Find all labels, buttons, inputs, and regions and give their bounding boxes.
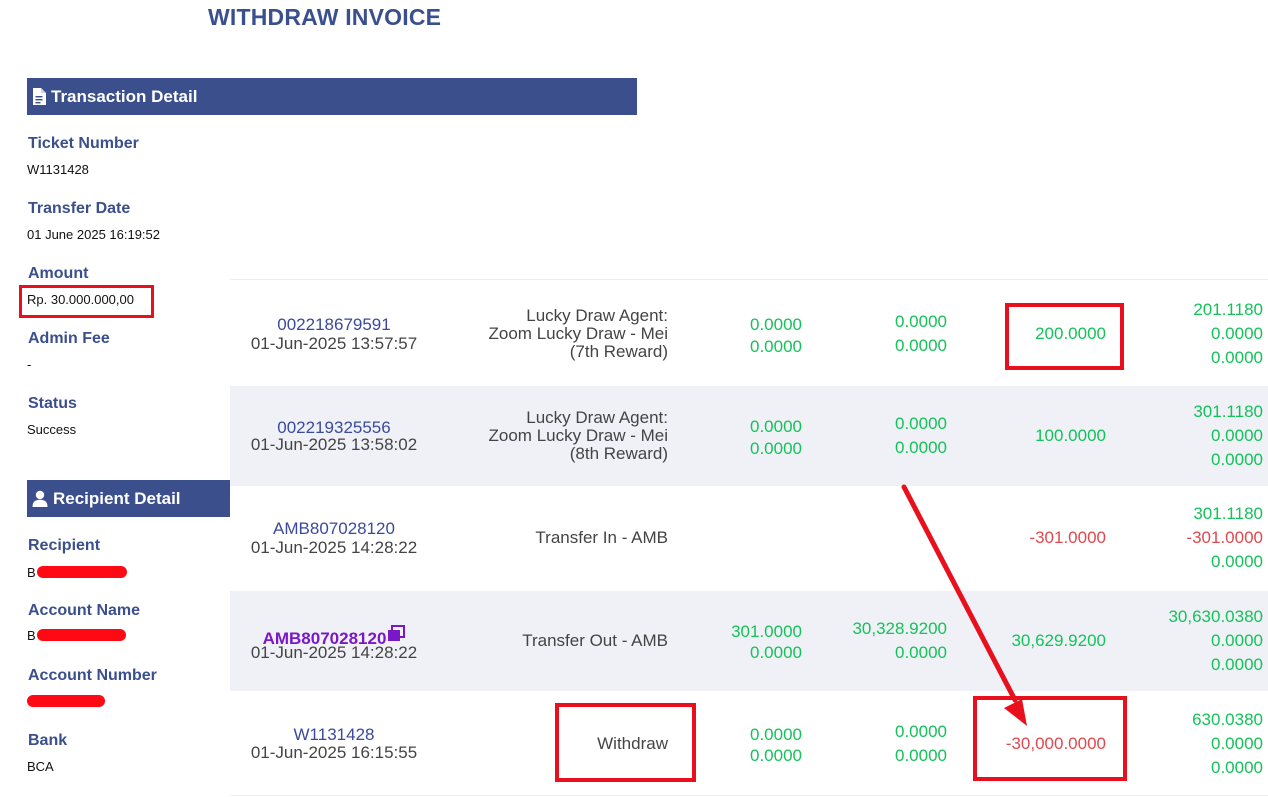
annotation-arrow <box>901 484 1027 726</box>
